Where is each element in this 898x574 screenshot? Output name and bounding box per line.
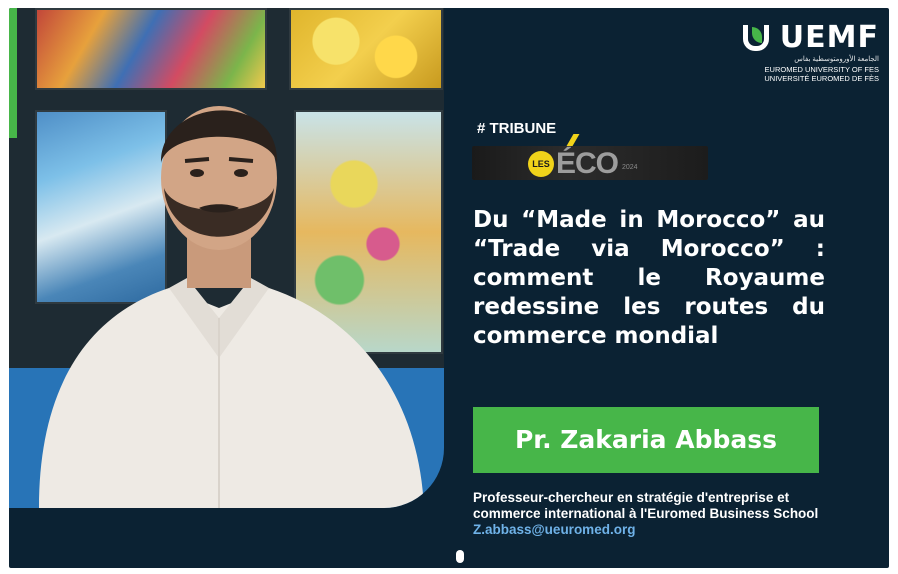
author-description: Professeur-chercheur en stratégie d'entr… xyxy=(473,490,883,538)
article-headline: Du “Made in Morocco” au “Trade via Moroc… xyxy=(473,207,825,349)
author-title-line-2: commerce international à l'Euromed Busin… xyxy=(473,506,819,521)
uemf-logo-icon xyxy=(742,24,769,51)
les-eco-word: ÉCO xyxy=(556,147,619,180)
les-eco-small-text: 2024 xyxy=(622,164,638,171)
author-title-line-1: Professeur-chercheur en stratégie d'entr… xyxy=(473,490,790,505)
green-accent-bar xyxy=(9,8,17,138)
author-photo xyxy=(9,8,444,508)
person-illustration xyxy=(39,106,424,508)
author-email[interactable]: Z.abbass@ueuromed.org xyxy=(473,522,883,538)
post-card: UEMF الجامعة الأورومتوسطية بفاس EUROMED … xyxy=(9,8,889,568)
tribune-tag: # TRIBUNE xyxy=(477,120,557,137)
logo-arabic-line: الجامعة الأورومتوسطية بفاس xyxy=(794,56,879,63)
author-name: Pr. Zakaria Abbass xyxy=(514,425,778,454)
logo-english-line: EUROMED UNIVERSITY OF FES xyxy=(764,64,879,74)
carousel-dot-icon[interactable] xyxy=(456,550,464,563)
uemf-logo: UEMF الجامعة الأورومتوسطية بفاس EUROMED … xyxy=(742,20,879,84)
les-eco-accent xyxy=(566,134,580,146)
author-name-banner: Pr. Zakaria Abbass xyxy=(473,407,819,473)
logo-word: UEMF xyxy=(779,20,879,55)
logo-french-line: UNIVERSITÉ EUROMED DE FÈS xyxy=(764,74,879,83)
les-eco-circle: LES xyxy=(528,151,554,177)
les-eco-logo-icon: LES ÉCO 2024 xyxy=(472,134,708,180)
